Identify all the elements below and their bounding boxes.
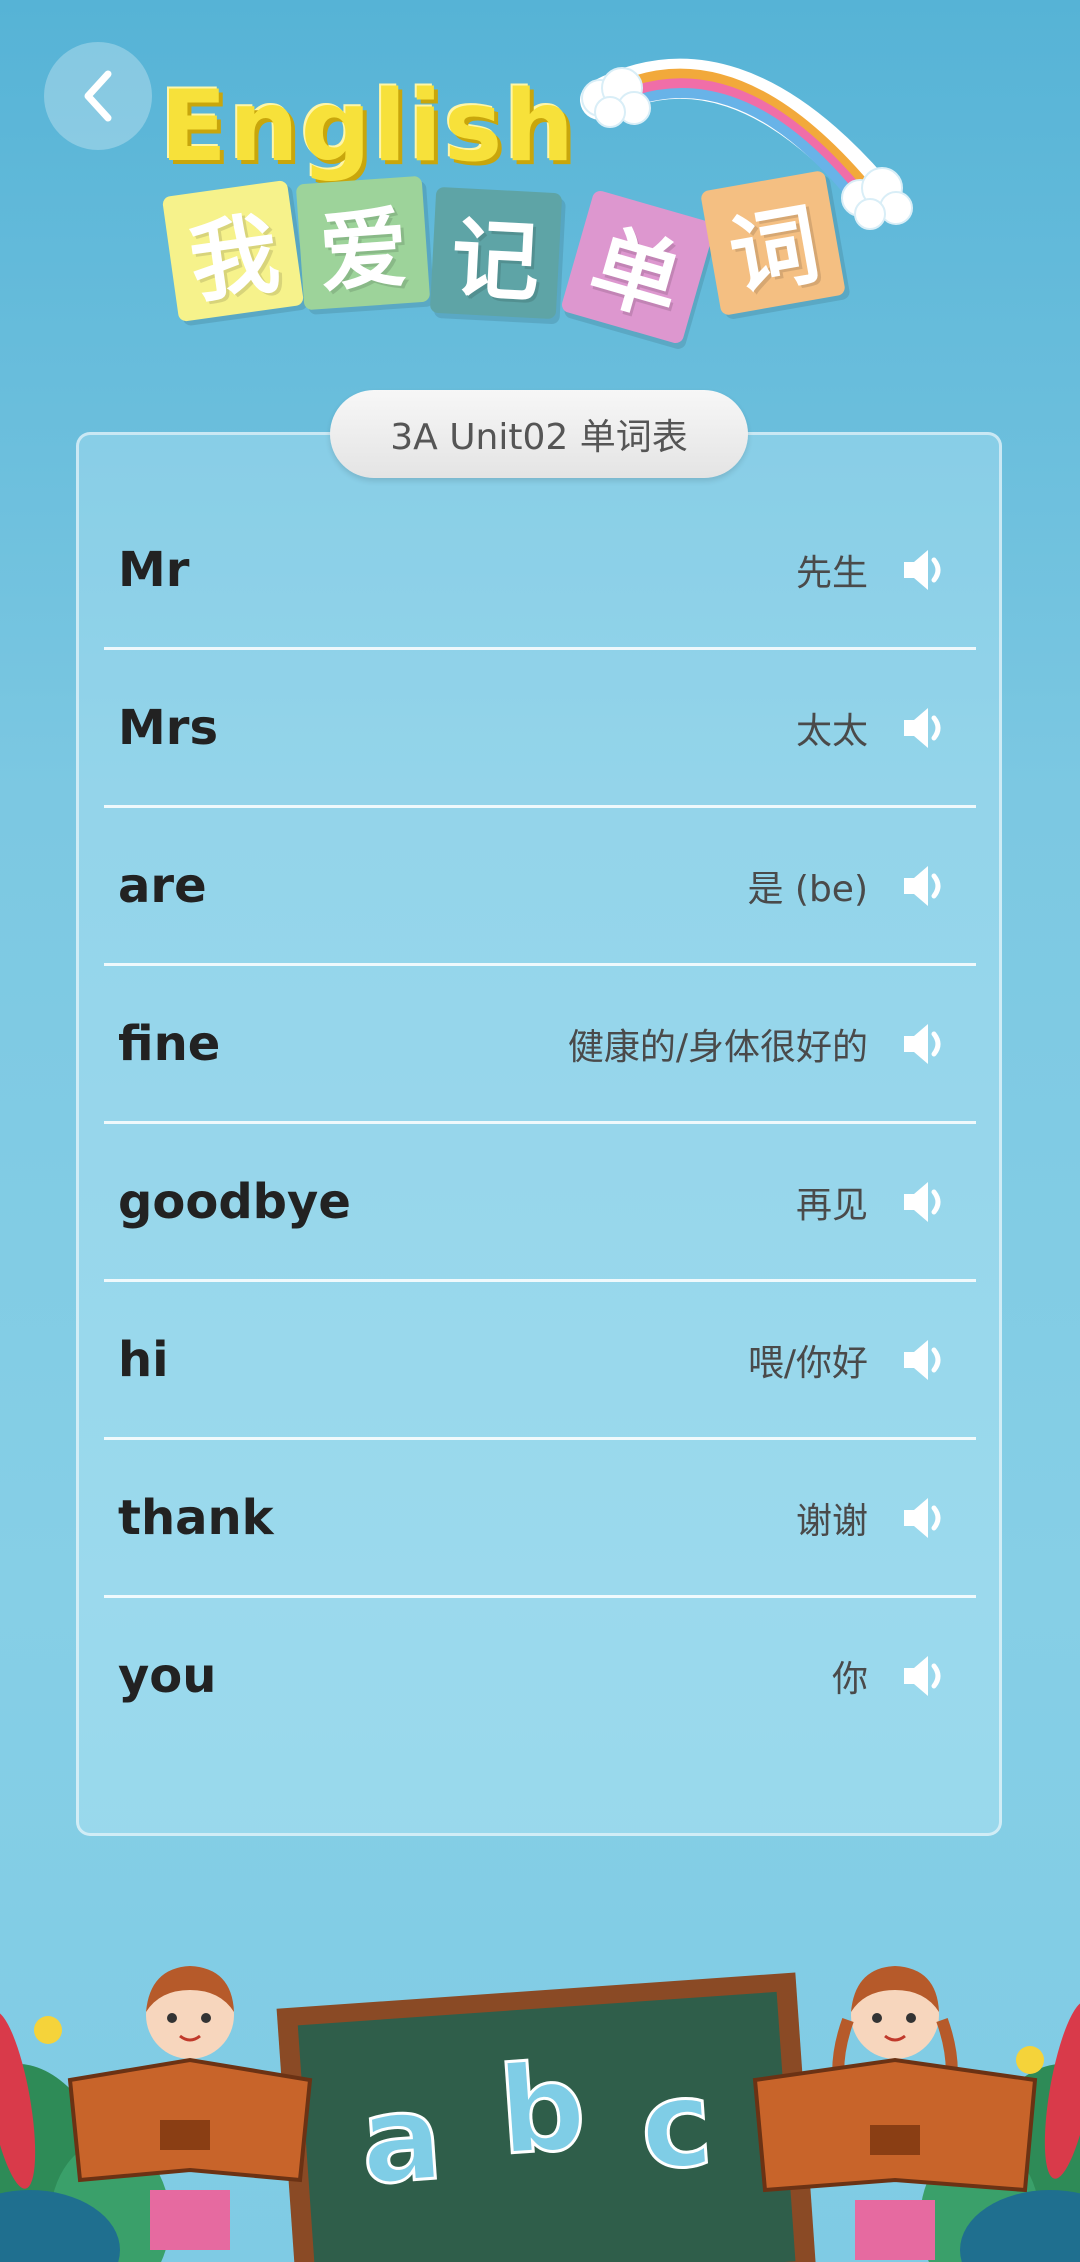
speaker-icon[interactable] bbox=[896, 1016, 952, 1072]
list-item: Mrs 太太 bbox=[104, 650, 976, 808]
word-meaning: 健康的/身体很好的 bbox=[567, 1026, 868, 1068]
word-meaning: 你 bbox=[831, 1658, 868, 1700]
chalk-letter: a bbox=[356, 2068, 446, 2212]
brand-char-tile: 词 bbox=[700, 170, 846, 316]
word-english: thank bbox=[118, 1489, 274, 1546]
speaker-icon[interactable] bbox=[896, 1174, 952, 1230]
brand-char-tile: 我 bbox=[161, 179, 305, 323]
chevron-left-icon bbox=[84, 70, 112, 122]
list-item: hi 喂/你好 bbox=[104, 1282, 976, 1440]
brand-english-text: English bbox=[160, 70, 577, 184]
list-item: you 你 bbox=[104, 1598, 976, 1753]
speaker-icon[interactable] bbox=[896, 1332, 952, 1388]
word-english: fine bbox=[118, 1015, 221, 1072]
word-english: Mrs bbox=[118, 699, 219, 756]
chalk-letter: c bbox=[636, 2054, 717, 2198]
app-logo: English 我 爱 记 单 词 bbox=[150, 40, 930, 345]
speaker-icon[interactable] bbox=[896, 1490, 952, 1546]
word-meaning: 喂/你好 bbox=[747, 1342, 868, 1384]
chalk-letter: b bbox=[495, 2038, 590, 2183]
word-meaning: 谢谢 bbox=[795, 1500, 868, 1542]
brand-char-tile: 爱 bbox=[295, 175, 431, 311]
classroom-scene: a b c bbox=[0, 1966, 1080, 2262]
word-english: are bbox=[118, 857, 207, 914]
wordlist-title: 3A Unit02 单词表 bbox=[330, 390, 748, 478]
word-english: you bbox=[118, 1647, 217, 1704]
word-english: Mr bbox=[118, 541, 190, 598]
word-english: hi bbox=[118, 1331, 169, 1388]
bottom-illustration: a b c bbox=[0, 1920, 1080, 2262]
speaker-icon[interactable] bbox=[896, 1648, 952, 1704]
word-list: Mr 先生 Mrs 太太 are 是 (be) fine 健康的/身体很好的 g… bbox=[104, 492, 976, 1753]
back-button[interactable] bbox=[44, 42, 152, 150]
speaker-icon[interactable] bbox=[896, 700, 952, 756]
word-meaning: 是 (be) bbox=[747, 868, 868, 910]
list-item: goodbye 再见 bbox=[104, 1124, 976, 1282]
word-meaning: 先生 bbox=[795, 552, 868, 594]
word-english: goodbye bbox=[118, 1173, 351, 1230]
speaker-icon[interactable] bbox=[896, 542, 952, 598]
brand-char-tile: 记 bbox=[429, 186, 563, 320]
speaker-icon[interactable] bbox=[896, 858, 952, 914]
list-item: Mr 先生 bbox=[104, 492, 976, 650]
word-meaning: 太太 bbox=[795, 710, 868, 752]
list-item: fine 健康的/身体很好的 bbox=[104, 966, 976, 1124]
list-item: are 是 (be) bbox=[104, 808, 976, 966]
chalkboard: a b c bbox=[276, 1972, 817, 2262]
list-item: thank 谢谢 bbox=[104, 1440, 976, 1598]
word-meaning: 再见 bbox=[795, 1184, 868, 1226]
